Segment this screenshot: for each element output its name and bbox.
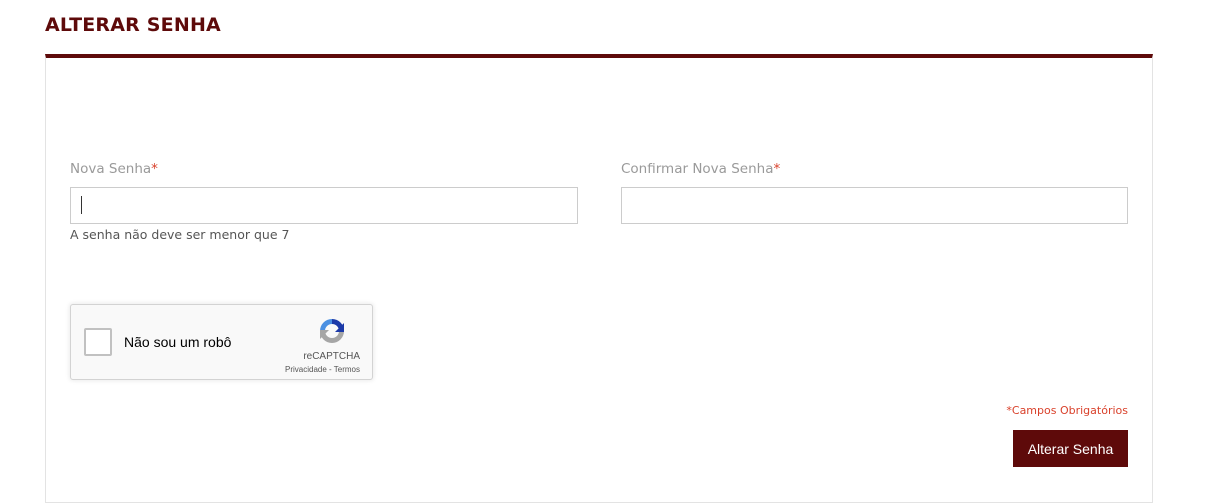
page-title: ALTERAR SENHA: [45, 14, 221, 36]
change-password-panel: [45, 54, 1153, 503]
recaptcha-checkbox[interactable]: [84, 328, 112, 356]
text-caret: [81, 196, 82, 214]
confirm-password-label: Confirmar Nova Senha*: [621, 161, 780, 177]
new-password-label: Nova Senha*: [70, 161, 158, 177]
recaptcha-privacy-link[interactable]: Privacidade: [285, 365, 327, 374]
recaptcha-brand: reCAPTCHA: [303, 351, 360, 362]
recaptcha-links: Privacidade - Termos: [285, 365, 360, 374]
new-password-hint: A senha não deve ser menor que 7: [70, 227, 290, 242]
new-password-field: [70, 187, 578, 224]
recaptcha-logo-icon: [320, 319, 344, 343]
new-password-input[interactable]: [70, 187, 578, 224]
confirm-password-label-text: Confirmar Nova Senha: [621, 161, 774, 177]
required-mark: *: [773, 161, 781, 177]
new-password-label-text: Nova Senha: [70, 161, 152, 177]
required-mark: *: [151, 161, 158, 177]
confirm-password-input[interactable]: [621, 187, 1128, 224]
recaptcha-terms-link[interactable]: Termos: [334, 365, 360, 374]
change-password-button[interactable]: Alterar Senha: [1013, 430, 1128, 467]
required-fields-note: *Campos Obrigatórios: [1006, 404, 1128, 417]
recaptcha-label: Não sou um robô: [124, 334, 232, 350]
recaptcha-links-separator: -: [326, 365, 334, 374]
recaptcha-widget: Não sou um robô reCAPTCHA Privacidade - …: [70, 304, 373, 380]
